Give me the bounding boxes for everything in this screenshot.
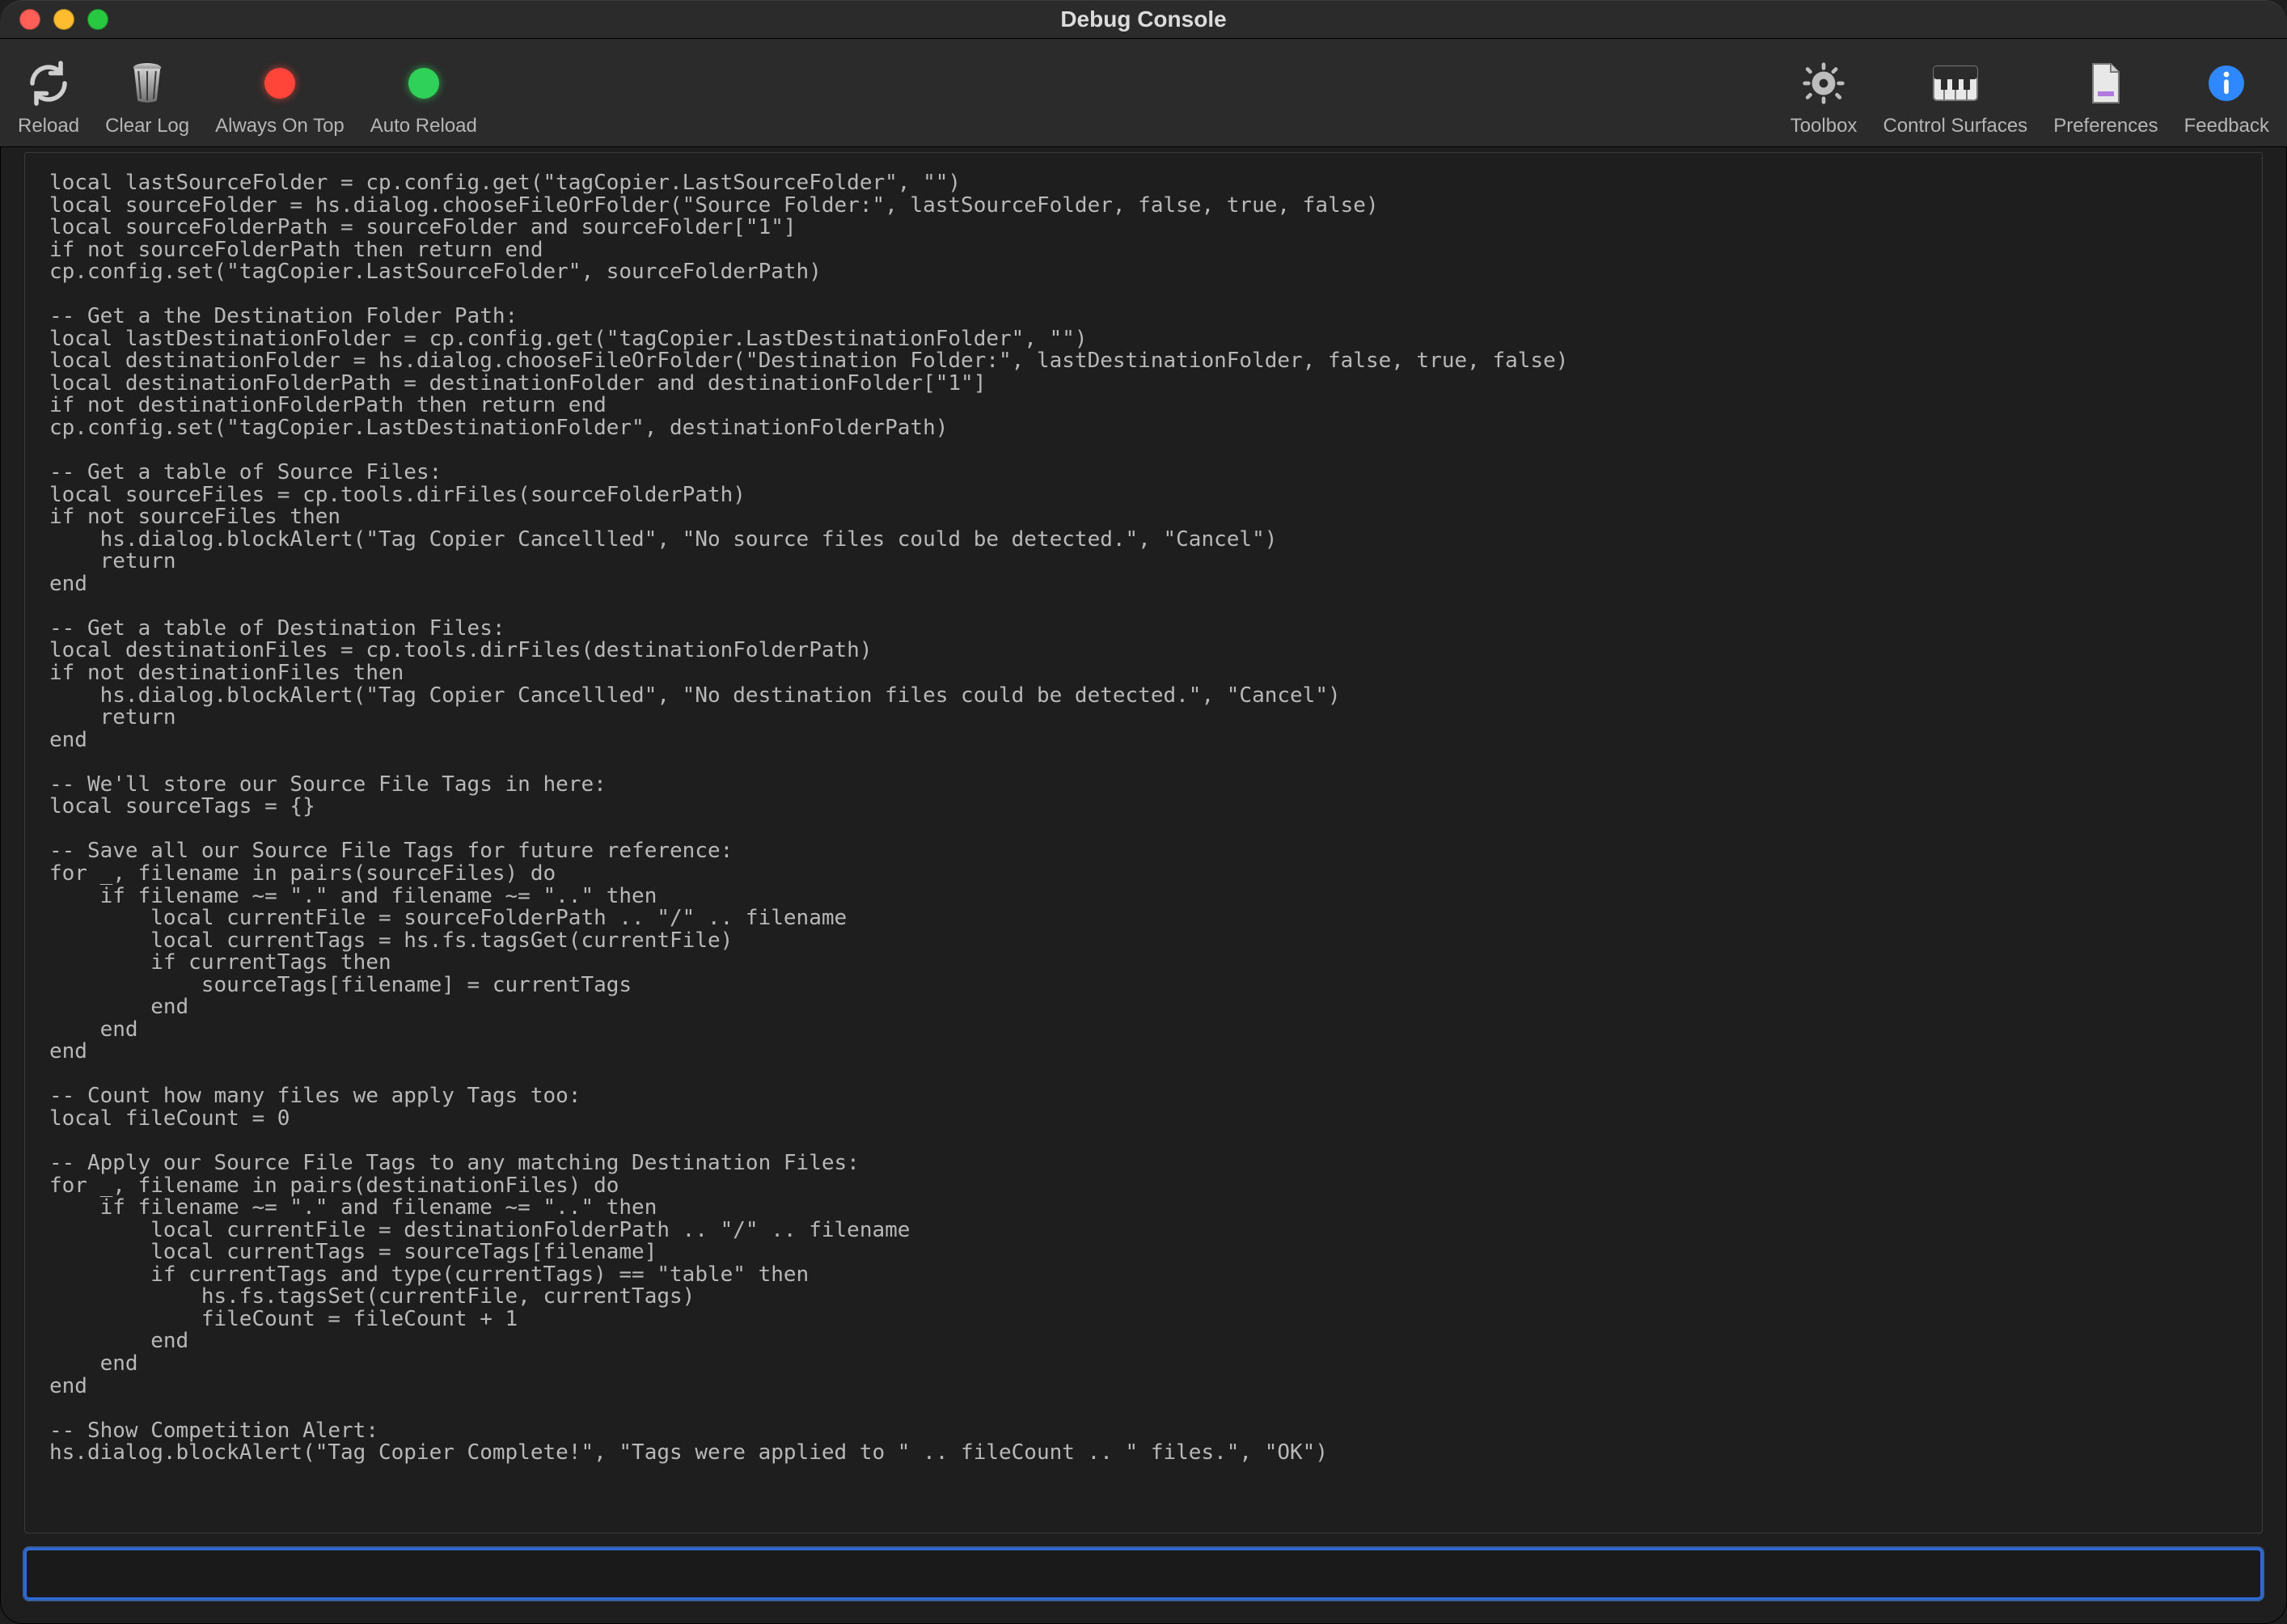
clear-log-label: Clear Log [105,115,189,137]
gear-icon [1801,58,1846,108]
reload-icon [24,58,73,108]
always-on-top-toggle[interactable]: Always On Top [215,58,345,137]
window-maximize-button[interactable] [87,9,108,30]
command-input[interactable] [24,1548,2263,1600]
clear-log-button[interactable]: Clear Log [105,58,189,137]
log-text: local lastSourceFolder = cp.config.get("… [49,172,2247,1465]
info-icon [2207,58,2246,108]
preferences-button[interactable]: Preferences [2053,58,2158,137]
reload-label: Reload [18,115,79,137]
reload-button[interactable]: Reload [18,58,79,137]
console-area: local lastSourceFolder = cp.config.get("… [0,147,2287,1624]
command-input-row [24,1548,2263,1600]
status-dot-green-icon [408,58,439,108]
toolbar-right-group: Toolbox Control Surfaces [1790,58,2269,137]
document-icon [2090,58,2122,108]
auto-reload-label: Auto Reload [370,115,477,137]
log-output[interactable]: local lastSourceFolder = cp.config.get("… [24,152,2263,1533]
status-dot-red-icon [264,58,295,108]
toolbar-left-group: Reload Clear Log Always On Top [18,58,477,137]
window-close-button[interactable] [19,9,40,30]
title-bar: Debug Console [0,0,2287,39]
feedback-label: Feedback [2184,115,2269,137]
window-minimize-button[interactable] [53,9,74,30]
window-title: Debug Console [0,6,2287,32]
toolbox-label: Toolbox [1790,115,1858,137]
window-controls [0,9,108,30]
toolbox-button[interactable]: Toolbox [1790,58,1858,137]
control-surfaces-button[interactable]: Control Surfaces [1883,58,2027,137]
always-on-top-label: Always On Top [215,115,345,137]
preferences-label: Preferences [2053,115,2158,137]
feedback-button[interactable]: Feedback [2184,58,2269,137]
trash-icon [126,58,168,108]
piano-keys-icon [1933,58,1978,108]
toolbar: Reload Clear Log Always On Top [0,39,2287,147]
control-surfaces-label: Control Surfaces [1883,115,2027,137]
auto-reload-toggle[interactable]: Auto Reload [370,58,477,137]
